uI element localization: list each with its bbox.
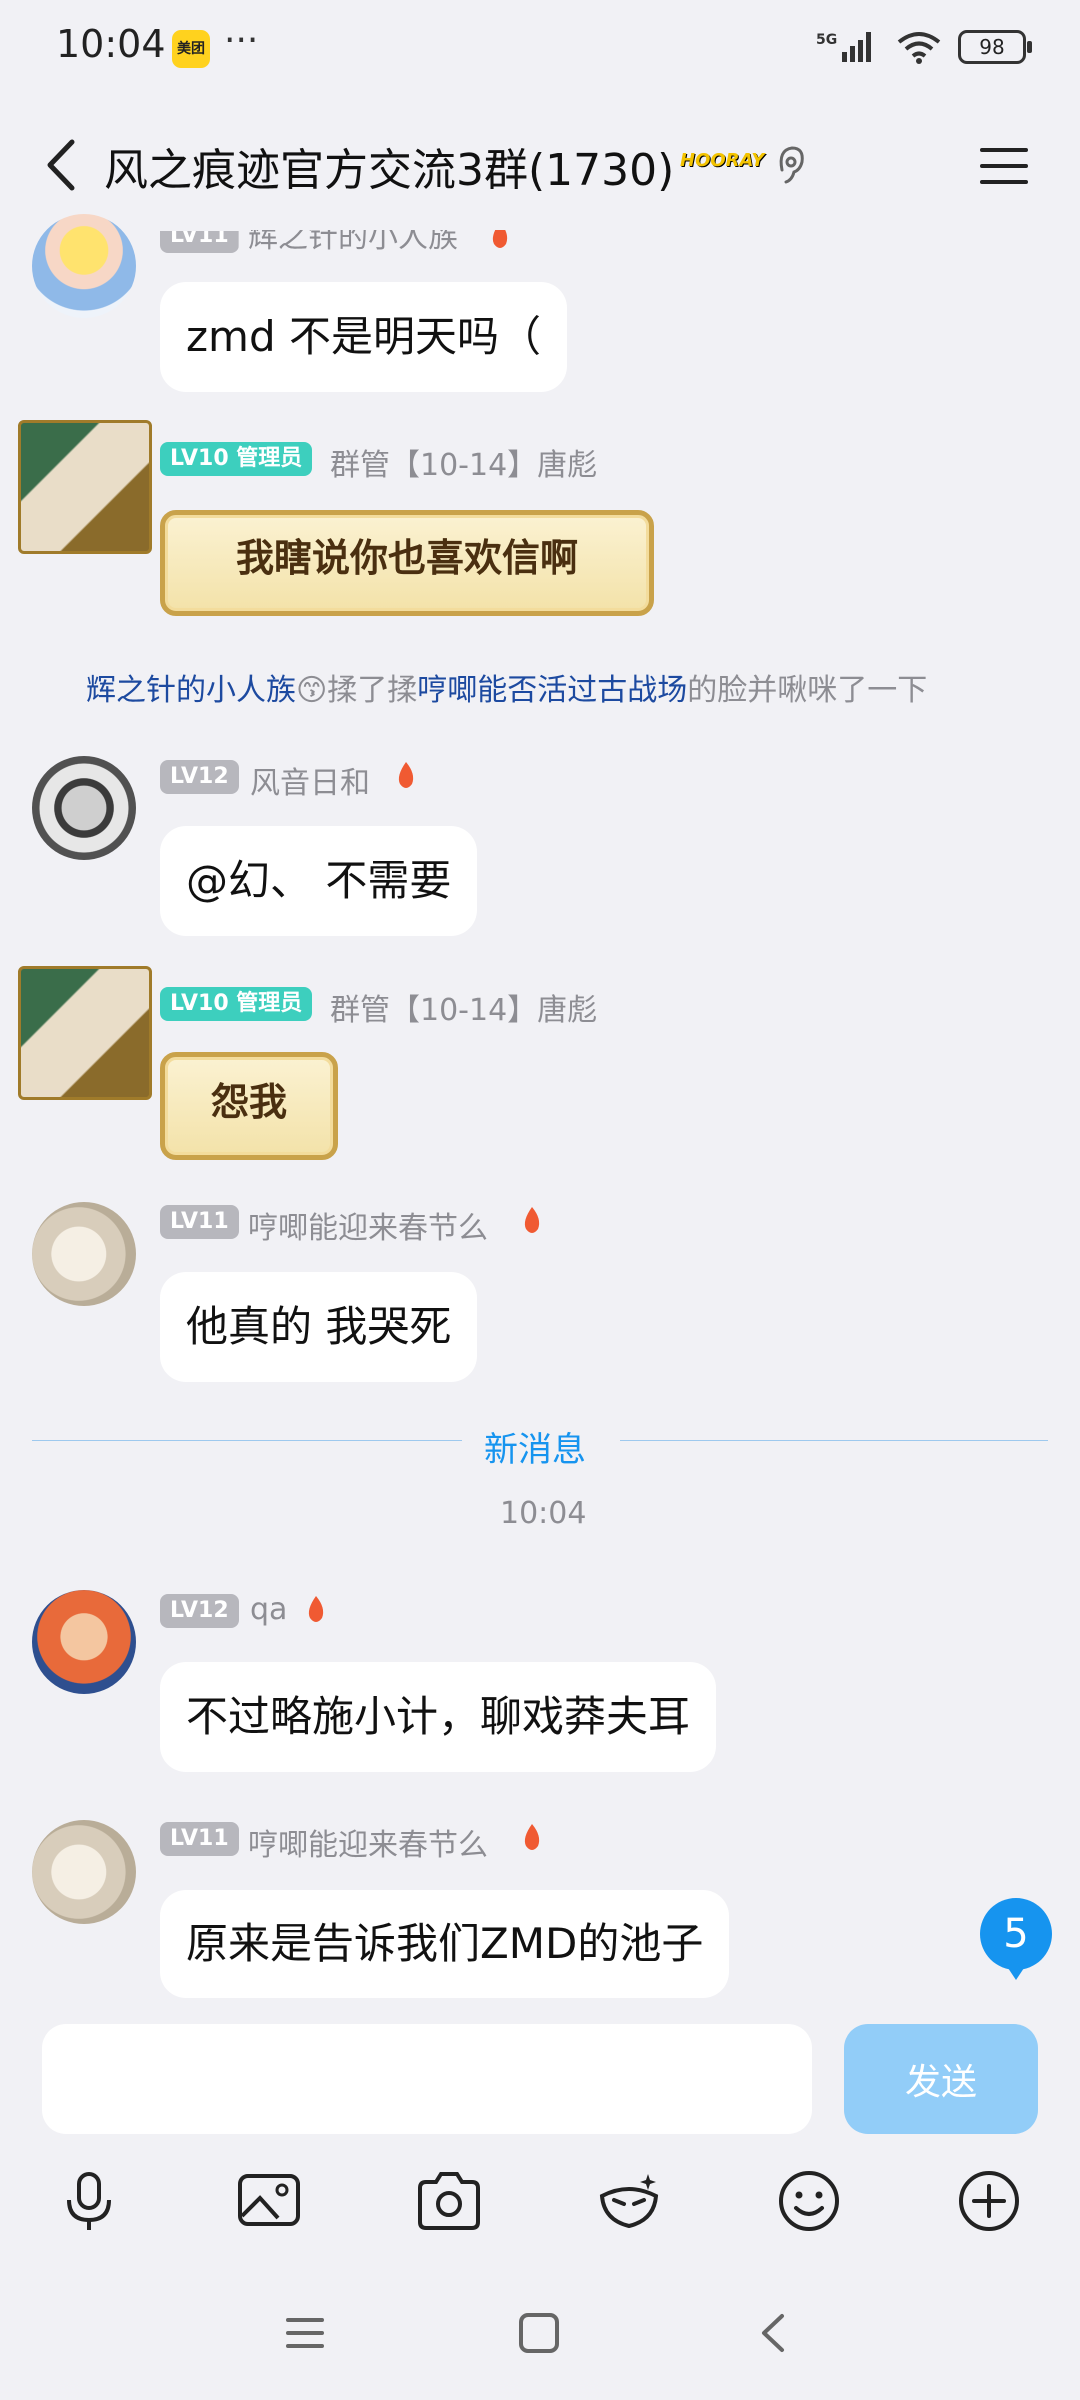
avatar[interactable]: [32, 756, 136, 860]
divider-left: [32, 1440, 462, 1441]
message-bubble[interactable]: 不过略施小计，聊戏莽夫耳: [160, 1662, 717, 1772]
system-navigation-bar: [0, 2270, 1080, 2400]
message-input[interactable]: [42, 2024, 812, 2134]
message-bubble[interactable]: zmd 不是明天吗（: [160, 282, 567, 392]
message-bubble[interactable]: @幻、 不需要: [160, 826, 478, 936]
sender-name[interactable]: 哼唧能迎来春节么: [248, 1820, 488, 1864]
system-verb: 揉了揉: [327, 673, 418, 708]
avatar[interactable]: [32, 214, 136, 318]
cellular-signal-icon: 5G: [816, 32, 871, 62]
send-button[interactable]: 发送: [844, 2024, 1038, 2134]
message-bubble[interactable]: 原来是告诉我们ZMD的池子: [160, 1890, 730, 1998]
home-icon[interactable]: [514, 2308, 564, 2358]
face-mask-effect-icon[interactable]: [594, 2166, 664, 2236]
group-title[interactable]: 风之痕迹官方交流3群(1730): [104, 134, 674, 198]
sender-name[interactable]: qa: [250, 1592, 287, 1627]
sender-name[interactable]: 群管【10-14】唐彪: [330, 985, 597, 1029]
avatar[interactable]: [18, 420, 152, 554]
hamburger-menu-icon[interactable]: [974, 136, 1034, 196]
divider-right: [620, 1440, 1048, 1441]
recent-apps-icon[interactable]: [280, 2308, 330, 2358]
system-notice: 辉之针的小人族😙揉了揉哼唧能否活过古战场的脸并啾咪了一下: [86, 665, 927, 709]
sender-name[interactable]: 风音日和: [250, 758, 370, 802]
input-toolbar: [0, 2150, 1080, 2250]
avatar[interactable]: [32, 1820, 136, 1924]
level-badge: LV12: [160, 760, 239, 794]
battery-icon: 98: [958, 30, 1032, 64]
sticker-message[interactable]: 怨我: [160, 1052, 338, 1160]
back-arrow-icon[interactable]: [32, 130, 92, 200]
level-badge: LV11: [160, 231, 239, 253]
svg-text:5G: 5G: [816, 32, 837, 48]
camera-icon[interactable]: [414, 2166, 484, 2236]
flame-icon: [486, 220, 514, 252]
admin-level-badge: LV10 管理员: [160, 987, 313, 1021]
sender-name[interactable]: 群管【10-14】唐彪: [330, 440, 597, 484]
sender-name[interactable]: 哼唧能迎来春节么: [248, 1203, 488, 1247]
system-target-link[interactable]: 哼唧能否活过古战场: [417, 673, 687, 708]
flame-icon: [308, 1596, 324, 1622]
image-icon[interactable]: [234, 2166, 304, 2236]
status-time: 10:04: [56, 22, 166, 66]
microphone-icon[interactable]: [54, 2166, 124, 2236]
status-bar: 10:04 美团 ··· 5G 98: [0, 0, 1080, 100]
input-bar: 发送: [0, 2006, 1080, 2136]
flame-icon: [398, 762, 414, 788]
level-badge: LV11: [160, 1205, 239, 1239]
wifi-icon: [897, 32, 941, 64]
avatar[interactable]: [18, 966, 152, 1100]
system-emoji: 😙: [296, 673, 328, 708]
admin-level-badge: LV10 管理员: [160, 442, 313, 476]
chat-header: 风之痕迹官方交流3群(1730) HOORAY: [0, 110, 1080, 220]
system-back-icon[interactable]: [750, 2308, 800, 2358]
system-rest: 的脸并啾咪了一下: [687, 673, 928, 708]
more-notifications-icon: ···: [224, 20, 259, 61]
sticker-message[interactable]: 我瞎说你也喜欢信啊: [160, 510, 654, 616]
plus-more-icon[interactable]: [954, 2166, 1024, 2236]
level-badge: LV12: [160, 1594, 239, 1628]
message-bubble[interactable]: 他真的 我哭死: [160, 1272, 478, 1382]
hooray-badge-icon: HOORAY: [680, 150, 765, 171]
system-actor-link[interactable]: 辉之针的小人族: [86, 673, 296, 708]
unread-count-badge[interactable]: 5: [980, 1898, 1052, 1980]
level-badge: LV11: [160, 1822, 239, 1856]
message-timestamp: 10:04: [500, 1496, 587, 1531]
avatar[interactable]: [32, 1202, 136, 1306]
emoji-icon[interactable]: [774, 2166, 844, 2236]
flame-icon: [524, 1824, 540, 1850]
ear-mode-icon[interactable]: [770, 140, 810, 190]
flame-icon: [524, 1207, 540, 1233]
meituan-notification-icon: 美团: [172, 30, 210, 68]
avatar[interactable]: [32, 1590, 136, 1694]
new-messages-label: 新消息: [484, 1430, 586, 1470]
